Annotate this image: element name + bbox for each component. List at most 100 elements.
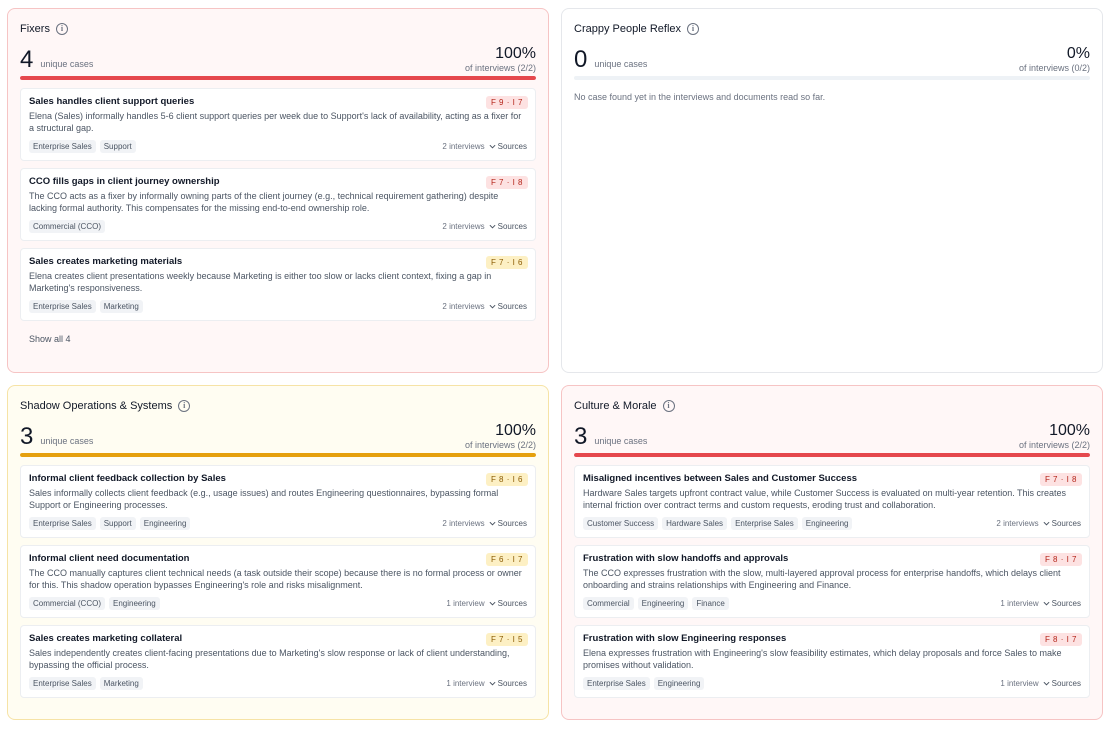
case-count-label: unique cases [594,436,648,446]
info-icon[interactable]: i [55,23,68,35]
case-card[interactable]: Sales creates marketing collateral F 7 · … [20,625,536,698]
sources-toggle[interactable]: Sources [1043,519,1081,528]
sources-toggle[interactable]: Sources [489,679,527,688]
panel-title: Shadow Operations & Systems [20,400,173,412]
chevron-down-icon [489,144,496,149]
interview-ratio: of interviews (2/2) [464,63,536,73]
progress-bar [20,76,536,80]
info-icon[interactable]: i [662,400,675,412]
tag: Hardware Sales [662,517,728,530]
tag: Engineering [637,597,689,610]
sources-toggle[interactable]: Sources [489,302,527,311]
tag-list: Customer Success Hardware Sales Enterprise… [583,517,853,530]
sources-toggle[interactable]: Sources [1043,599,1081,608]
interview-count: 2 interviews [442,302,485,311]
case-meta: 2 interviews Sources [442,519,527,528]
sources-toggle[interactable]: Sources [1043,679,1081,688]
progress-bar-fill [20,76,536,80]
case-description: The CCO acts as a fixer by informally ow… [29,191,499,213]
case-card[interactable]: Misaligned incentives between Sales and … [574,465,1090,538]
sources-toggle[interactable]: Sources [489,222,527,231]
tag-list: Enterprise Sales Engineering [583,677,705,690]
panel-crappy-people-reflex: Crappy People Reflex i 0 unique cases 0%… [561,8,1103,373]
progress-bar [574,453,1090,457]
tag: Enterprise Sales [583,677,650,690]
case-card[interactable]: Sales creates marketing materials F 7 · I… [20,248,536,321]
case-title: CCO fills gaps in client journey ownersh… [29,176,220,187]
case-footer: Commercial (CCO) Engineering 1 interview So… [29,597,527,610]
sources-label: Sources [497,599,527,608]
progress-bar [20,453,536,457]
case-title: Sales handles client support queries [29,96,195,107]
tag-list: Enterprise Sales Support Engineering [29,517,191,530]
case-footer: Enterprise Sales Marketing 2 interviews Sou… [29,300,527,313]
sources-label: Sources [497,302,527,311]
case-meta: 2 interviews Sources [996,519,1081,528]
panel-stats: 0 unique cases 0% of interviews (0/2) [574,45,1090,73]
progress-bar-fill [20,453,536,457]
case-title: Misaligned incentives between Sales and … [583,473,858,484]
case-description: Hardware Sales targets upfront contract … [583,488,1067,510]
case-card[interactable]: Informal client need documentation F 6 · … [20,545,536,618]
case-count: 3 [574,423,588,450]
tag-list: Commercial (CCO) Engineering [29,597,160,610]
progress-bar-fill [574,453,1090,457]
tag: Enterprise Sales [29,677,96,690]
case-list: Informal client feedback collection by S… [20,465,536,698]
case-footer: Commercial (CCO) 2 interviews Sources [29,220,527,233]
case-description: Elena (Sales) informally handles 5-6 cli… [29,111,522,133]
case-card[interactable]: Frustration with slow handoffs and appro… [574,545,1090,618]
interview-ratio: of interviews (0/2) [1018,63,1090,73]
case-card[interactable]: CCO fills gaps in client journey ownersh… [20,168,536,241]
sources-label: Sources [497,519,527,528]
case-footer: Customer Success Hardware Sales Enterprise… [583,517,1081,530]
score-badge: F 9 · I 7 [485,96,528,109]
panel-shadow-operations: Shadow Operations & Systems i 3 unique c… [7,385,549,720]
case-footer: Enterprise Sales Support Engineering 2 inte… [29,517,527,530]
case-footer: Enterprise Sales Support 2 interviews Sourc… [29,140,527,153]
case-title: Sales creates marketing materials [29,256,183,267]
chevron-down-icon [489,521,496,526]
tag: Customer Success [583,517,659,530]
interview-count: 2 interviews [442,519,485,528]
sources-label: Sources [1051,599,1081,608]
case-card[interactable]: Informal client feedback collection by S… [20,465,536,538]
tag: Commercial (CCO) [29,597,105,610]
case-card[interactable]: Frustration with slow Engineering respon… [574,625,1090,698]
tag: Enterprise Sales [29,300,96,313]
case-card[interactable]: Sales handles client support queries F 9 … [20,88,536,161]
tag-list: Enterprise Sales Support [29,140,136,153]
score-badge: F 7 · I 6 [485,256,528,269]
panel-header: Culture & Morale i [574,398,1090,414]
tag-list: Commercial Engineering Finance [583,597,729,610]
chevron-down-icon [1043,681,1050,686]
panel-stats: 4 unique cases 100% of interviews (2/2) [20,45,536,73]
case-description: Sales informally collects client feedbac… [29,488,499,510]
tag-list: Enterprise Sales Marketing [29,677,143,690]
interview-count: 1 interview [1000,679,1039,688]
panel-title: Culture & Morale [574,400,657,412]
case-footer: Enterprise Sales Engineering 1 interview So… [583,677,1081,690]
score-badge: F 7 · I 5 [485,633,528,646]
show-all-link[interactable]: Show all 4 [29,334,536,344]
tag: Commercial (CCO) [29,220,105,233]
sources-label: Sources [497,142,527,151]
case-count: 0 [574,46,588,73]
panel-stats: 3 unique cases 100% of interviews (2/2) [20,422,536,450]
score-badge: F 7 · I 8 [1039,473,1082,486]
info-icon[interactable]: i [687,23,700,35]
score-badge: F 6 · I 7 [485,553,528,566]
panel-header: Fixers i [20,21,536,37]
sources-toggle[interactable]: Sources [489,142,527,151]
case-title: Informal client need documentation [29,553,190,564]
interview-count: 2 interviews [996,519,1039,528]
panel-title: Fixers [20,23,50,35]
case-meta: 1 interview Sources [1000,599,1081,608]
sources-toggle[interactable]: Sources [489,599,527,608]
tag: Marketing [99,300,143,313]
tag: Marketing [99,677,143,690]
info-icon[interactable]: i [178,400,191,412]
case-meta: 2 interviews Sources [442,222,527,231]
interview-percentage: 100% [495,45,536,62]
sources-toggle[interactable]: Sources [489,519,527,528]
